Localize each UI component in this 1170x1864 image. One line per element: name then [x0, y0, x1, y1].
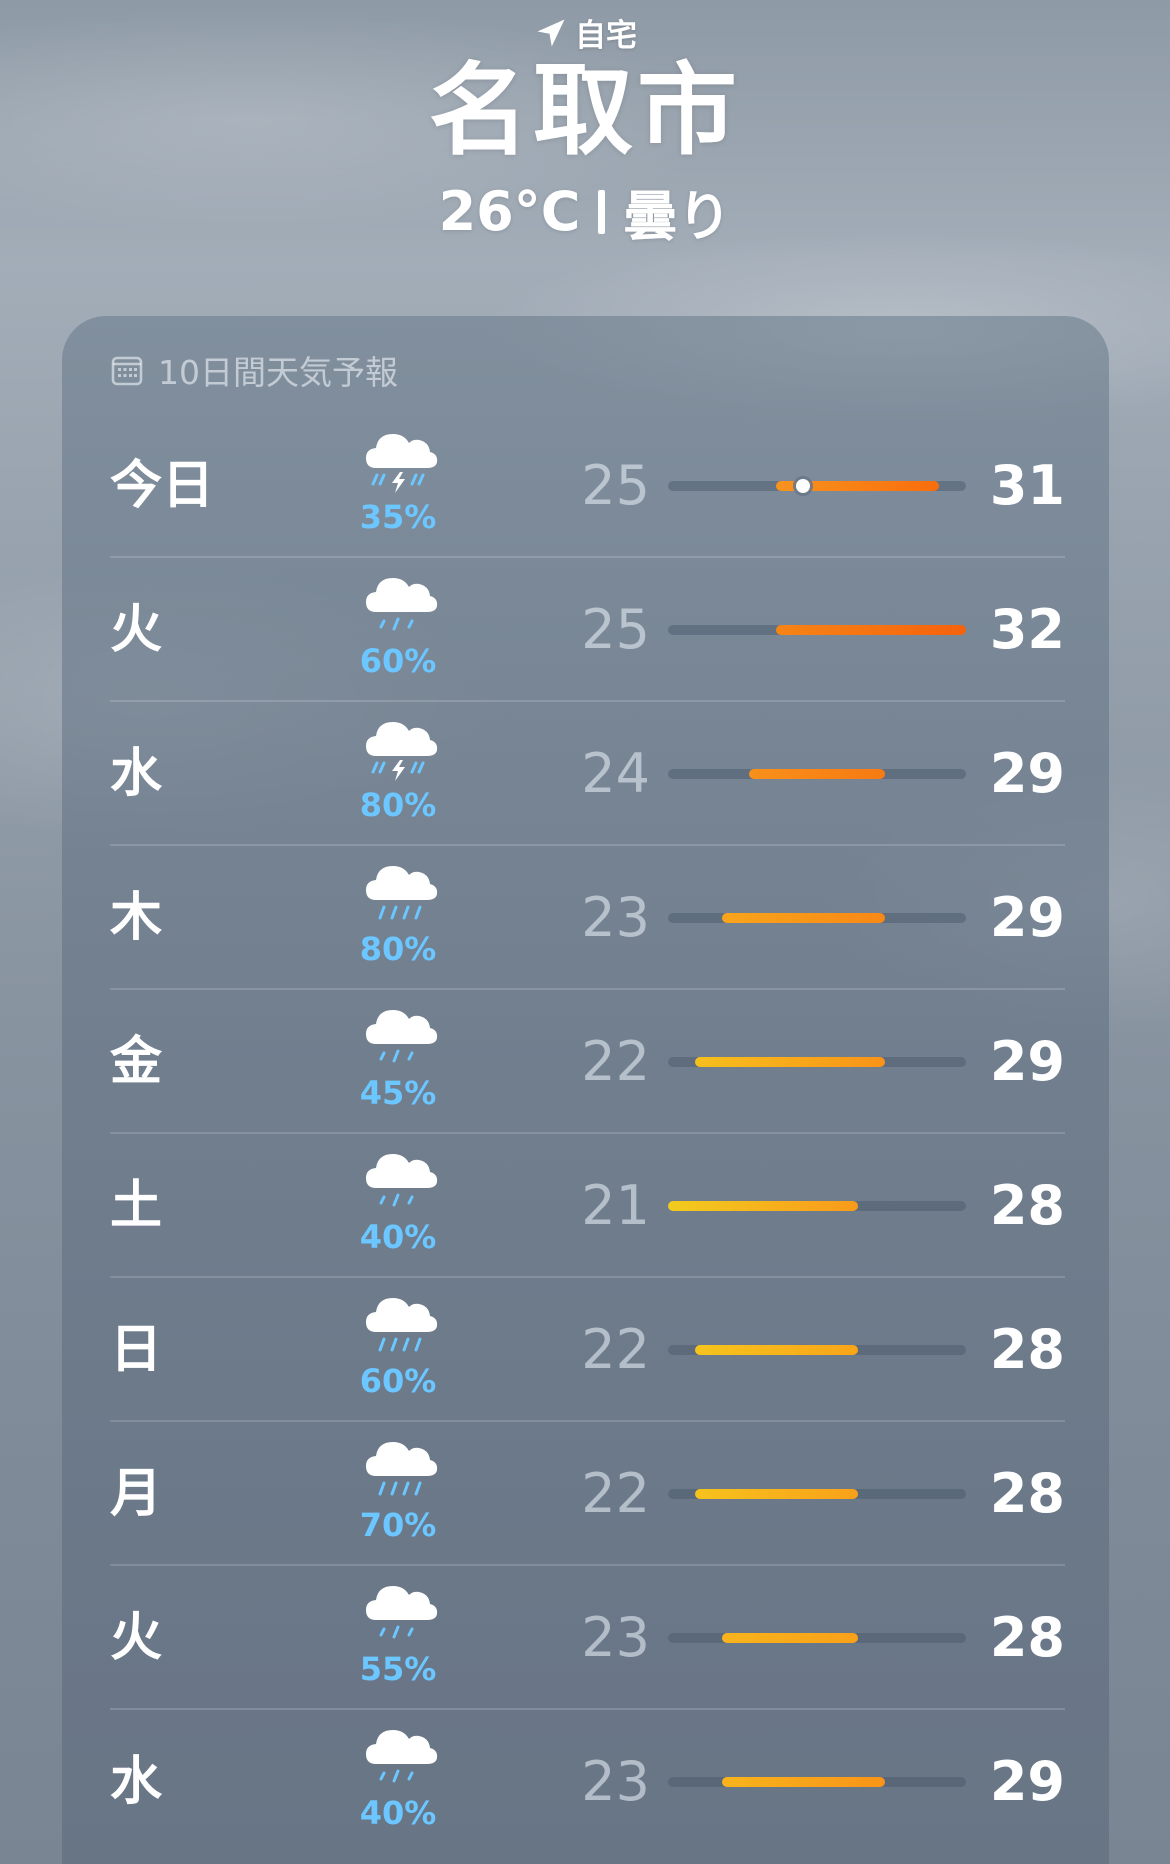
- precipitation-chance: 35%: [359, 498, 437, 536]
- low-temperature: 21: [581, 1174, 650, 1237]
- day-label: 木: [110, 888, 163, 948]
- low-temperature: 23: [581, 1606, 650, 1669]
- temperature-range-fill: [668, 1201, 858, 1211]
- forecast-row[interactable]: 月 70% 22 28: [110, 1422, 1065, 1566]
- location-label: 自宅: [575, 18, 637, 54]
- high-temperature: 28: [989, 1462, 1065, 1525]
- high-temperature: 29: [989, 1030, 1065, 1093]
- forecast-title: 10日間天気予報: [158, 353, 398, 392]
- high-temperature: 29: [989, 886, 1065, 949]
- rain-icon: [360, 1574, 440, 1654]
- precipitation-chance: 40%: [359, 1218, 437, 1256]
- day-label: 金: [110, 1032, 163, 1092]
- day-label: 火: [110, 600, 163, 660]
- thunderstorm-icon: [360, 422, 440, 502]
- day-label: 土: [110, 1176, 163, 1236]
- city-name: 名取市: [429, 52, 741, 169]
- forecast-row[interactable]: 今日 35% 25 31: [110, 414, 1065, 558]
- temperature-range-bar: [668, 913, 966, 923]
- day-label: 水: [110, 744, 163, 804]
- forecast-row[interactable]: 水 80% 24 29: [110, 702, 1065, 846]
- day-label: 月: [110, 1464, 163, 1524]
- forecast-row[interactable]: 土 40% 21 28: [110, 1134, 1065, 1278]
- forecast-row[interactable]: 火 60% 25 32: [110, 558, 1065, 702]
- temperature-range-fill: [722, 1633, 858, 1643]
- day-label: 水: [110, 1752, 163, 1812]
- high-temperature: 32: [989, 598, 1065, 661]
- temperature-range-bar: [668, 1489, 966, 1499]
- heavy-rain-icon: [360, 1430, 440, 1510]
- precipitation-chance: 60%: [359, 1362, 437, 1400]
- temperature-range-bar: [668, 1201, 966, 1211]
- ten-day-forecast-card[interactable]: 10日間天気予報 今日 35% 25 31 火 60% 25 32 水 80% 24 29 木 80% 23…: [62, 316, 1109, 1864]
- forecast-row[interactable]: 日 60% 22 28: [110, 1278, 1065, 1422]
- temperature-range-bar: [668, 1345, 966, 1355]
- heavy-rain-icon: [360, 1286, 440, 1366]
- low-temperature: 23: [581, 1750, 650, 1813]
- temperature-range-fill: [695, 1345, 858, 1355]
- high-temperature: 29: [989, 1750, 1065, 1813]
- temperature-range-fill: [722, 1777, 885, 1787]
- rain-icon: [360, 1142, 440, 1222]
- thunderstorm-icon: [360, 710, 440, 790]
- precipitation-chance: 80%: [359, 786, 437, 824]
- rain-icon: [360, 998, 440, 1078]
- temperature-range-fill: [776, 625, 966, 635]
- temperature-range-fill: [749, 769, 885, 779]
- high-temperature: 28: [989, 1318, 1065, 1381]
- calendar-icon: [111, 356, 143, 386]
- precipitation-chance: 45%: [359, 1074, 437, 1112]
- temperature-range-bar: [668, 1633, 966, 1643]
- high-temperature: 28: [989, 1174, 1065, 1237]
- current-location: 自宅: [0, 10, 1170, 55]
- low-temperature: 22: [581, 1318, 650, 1381]
- precipitation-chance: 70%: [359, 1506, 437, 1544]
- high-temperature: 31: [989, 454, 1065, 517]
- temperature-range-bar: [668, 1777, 966, 1787]
- low-temperature: 22: [581, 1462, 650, 1525]
- day-label: 日: [110, 1320, 163, 1380]
- precipitation-chance: 55%: [359, 1650, 437, 1688]
- forecast-row[interactable]: 水 40% 23 29: [110, 1710, 1065, 1854]
- forecast-row[interactable]: 金 45% 22 29: [110, 990, 1065, 1134]
- temperature-range-fill: [722, 913, 885, 923]
- low-temperature: 22: [581, 1030, 650, 1093]
- rain-icon: [360, 1718, 440, 1798]
- forecast-card-title: 10日間天気予報: [110, 346, 398, 394]
- precipitation-chance: 60%: [359, 642, 437, 680]
- day-label: 今日: [110, 456, 215, 516]
- temperature-range-fill: [695, 1489, 858, 1499]
- precipitation-chance: 80%: [359, 930, 437, 968]
- heavy-rain-icon: [360, 854, 440, 934]
- temperature-range-bar: [668, 479, 966, 493]
- location-arrow-icon: [537, 19, 565, 46]
- precipitation-chance: 40%: [359, 1794, 437, 1832]
- temperature-range-bar: [668, 769, 966, 779]
- forecast-row[interactable]: 火 55% 23 28: [110, 1566, 1065, 1710]
- current-temperature: 26°C: [438, 180, 581, 243]
- temperature-range-bar: [668, 1057, 966, 1067]
- forecast-row[interactable]: 木 80% 23 29: [110, 846, 1065, 990]
- day-label: 火: [110, 1608, 163, 1668]
- separator: [598, 189, 606, 234]
- low-temperature: 25: [581, 598, 650, 661]
- temperature-range-bar: [668, 625, 966, 635]
- high-temperature: 29: [989, 742, 1065, 805]
- low-temperature: 23: [581, 886, 650, 949]
- current-conditions: 26°C 曇り: [0, 172, 1170, 251]
- high-temperature: 28: [989, 1606, 1065, 1669]
- temperature-range-fill: [695, 1057, 885, 1067]
- low-temperature: 24: [581, 742, 650, 805]
- low-temperature: 25: [581, 454, 650, 517]
- rain-icon: [360, 566, 440, 646]
- current-condition: 曇り: [623, 185, 732, 248]
